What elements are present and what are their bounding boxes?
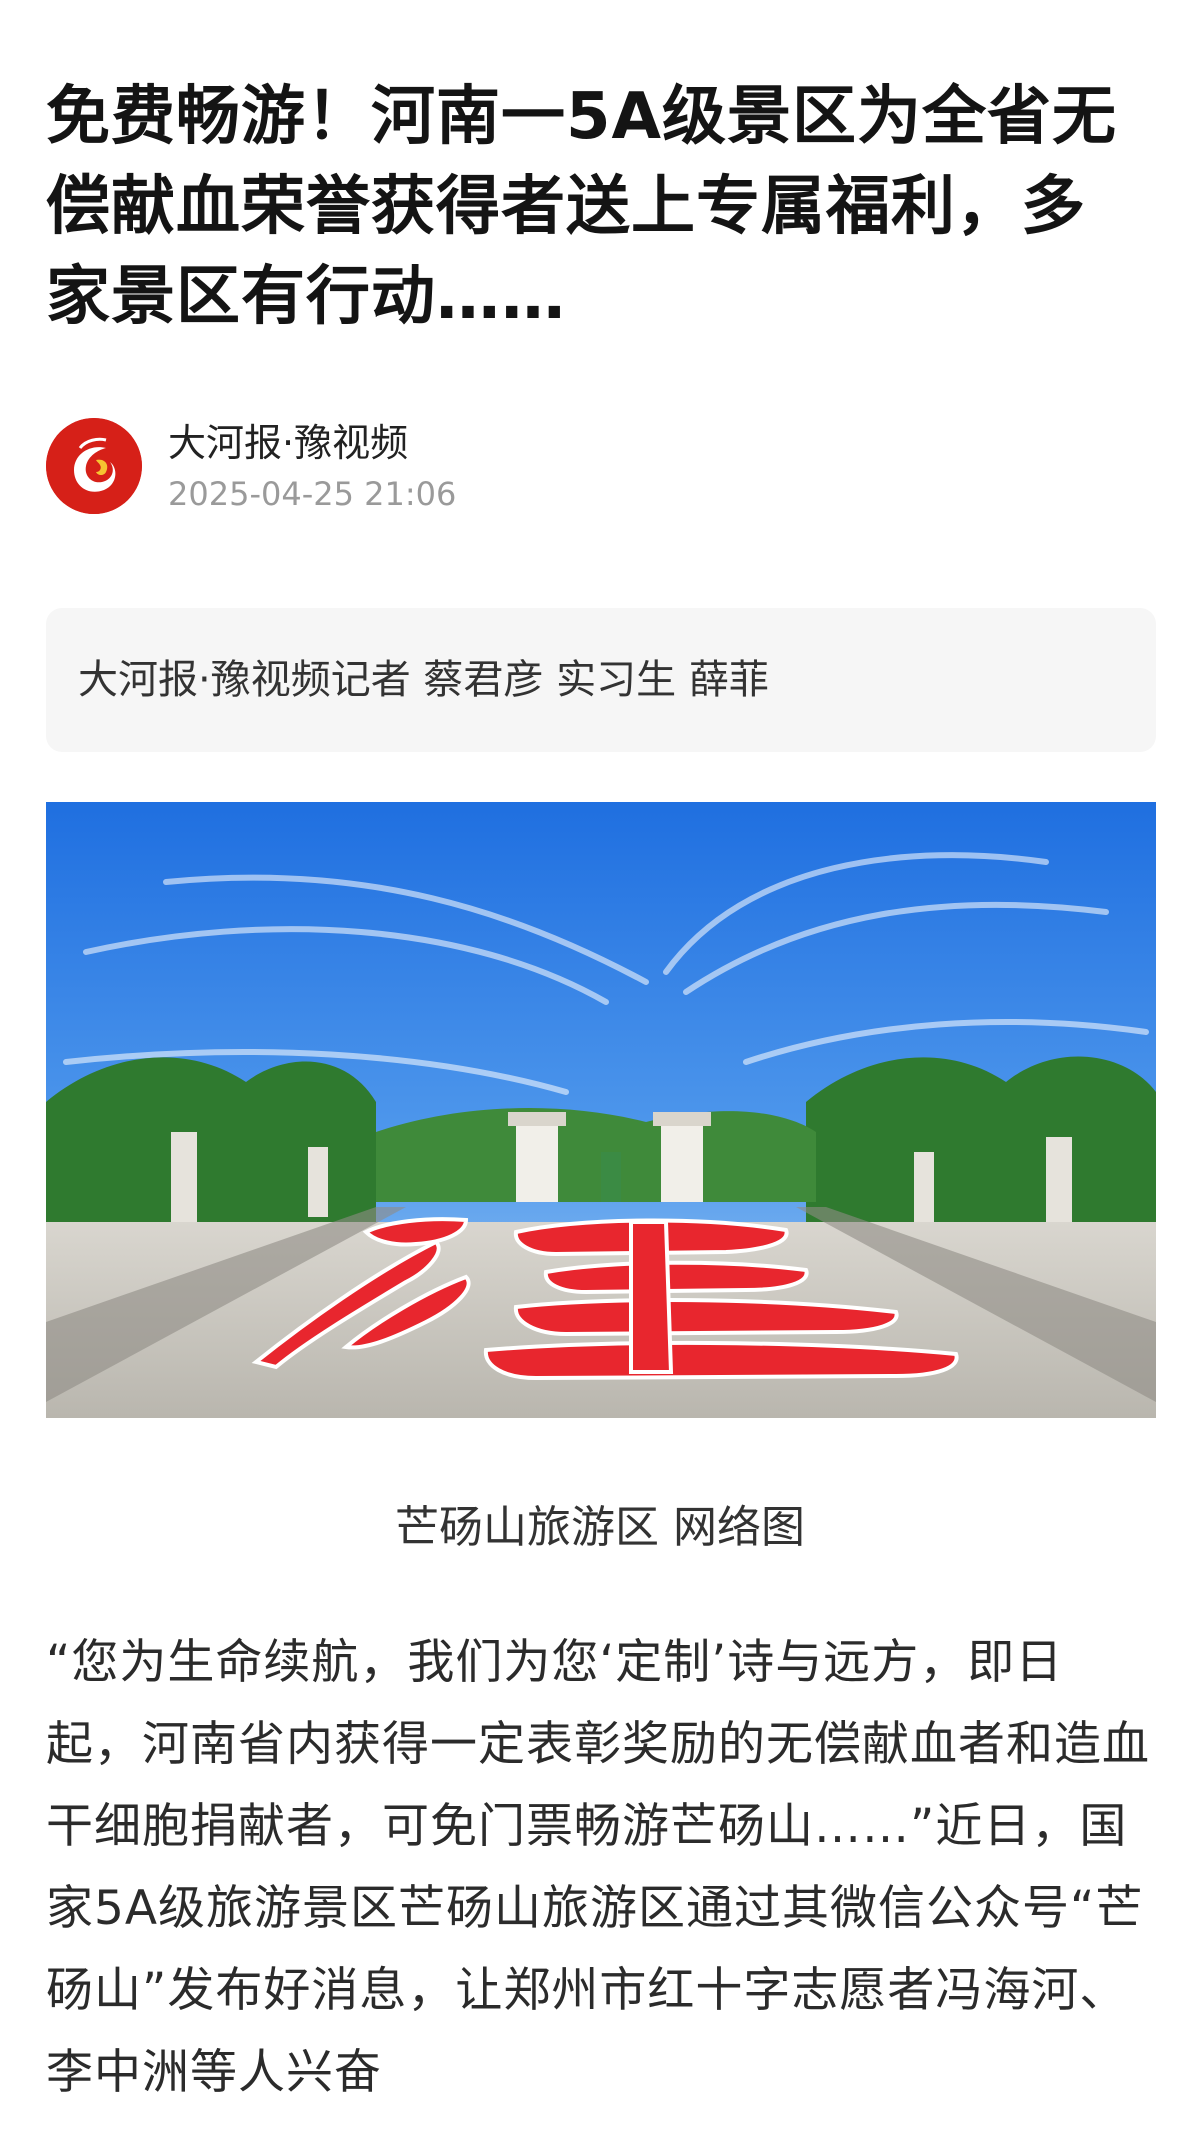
dahe-logo-icon[interactable]: [46, 418, 142, 514]
hero-image[interactable]: [46, 802, 1156, 1418]
image-caption: 芒砀山旅游区 网络图: [395, 1502, 805, 1553]
article: 免费畅游！河南一5A级景区为全省无偿献血荣誉获得者送上专属福利，多家景区有行动……: [0, 0, 1200, 2129]
byline-text: 大河报·豫视频记者 蔡君彦 实习生 薛菲: [78, 657, 769, 703]
article-title: 免费畅游！河南一5A级景区为全省无偿献血荣誉获得者送上专属福利，多家景区有行动……: [46, 80, 1118, 334]
byline-box: 大河报·豫视频记者 蔡君彦 实习生 薛菲: [46, 608, 1156, 752]
author-name[interactable]: 大河报·豫视频: [168, 418, 408, 468]
publish-timestamp: 2025-04-25 21:06: [168, 475, 457, 513]
author-row[interactable]: 大河报·豫视频 2025-04-25 21:06: [46, 412, 1146, 522]
article-body-paragraph: “您为生命续航，我们为您‘定制’诗与远方，即日起，河南省内获得一定表彰奖励的无偿…: [46, 1635, 1150, 2100]
